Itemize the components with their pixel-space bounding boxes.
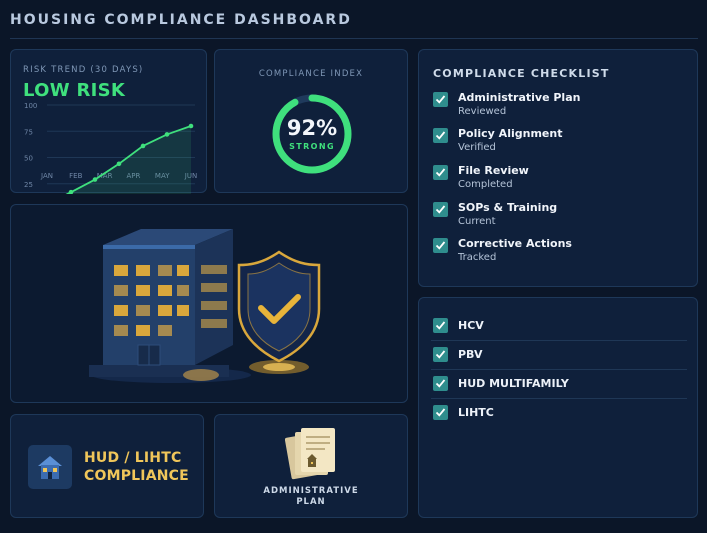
checklist-item-title: SOPs & Training [458, 201, 558, 214]
check-icon [435, 408, 446, 417]
program-label: HCV [458, 319, 484, 332]
program-label: HUD MULTIFAMILY [458, 377, 569, 390]
checklist-item-title: File Review [458, 164, 529, 177]
y-tick-label: 25 [24, 181, 33, 189]
hud-lihtc-compliance-card[interactable]: HUD / LIHTC COMPLIANCE [10, 414, 204, 518]
y-tick-label: 100 [24, 102, 37, 110]
compliance-index-status: STRONG [289, 142, 335, 151]
program-row[interactable]: HUD MULTIFAMILY [431, 370, 687, 399]
checkbox-checked[interactable] [433, 92, 448, 107]
checkbox-checked[interactable] [433, 165, 448, 180]
data-point [140, 143, 146, 149]
checklist-item-title: Corrective Actions [458, 237, 572, 250]
building-shield-illustration [89, 229, 321, 383]
checkbox-checked[interactable] [433, 318, 448, 333]
hud-card-title: HUD / LIHTC [84, 450, 182, 466]
data-point [92, 177, 98, 182]
checklist-item-title: Policy Alignment [458, 127, 563, 140]
checklist-item-status: Reviewed [458, 106, 507, 117]
risk-trend-card[interactable]: RISK TREND (30 DAYS) LOW RISK 100 75 50 25 J… [10, 49, 207, 194]
check-icon [435, 205, 446, 214]
check-icon [435, 241, 446, 250]
data-point [116, 161, 122, 167]
check-icon [435, 350, 446, 359]
administrative-plan-label: ADMINISTRATIVE [263, 486, 359, 496]
risk-trend-chart: 100755025JAN FEB MAR APR MAY JUN [24, 102, 197, 194]
y-tick-label: 75 [24, 128, 33, 136]
check-icon [435, 95, 446, 104]
program-row[interactable]: PBV [431, 341, 687, 370]
y-tick-label: 50 [24, 155, 33, 163]
program-row[interactable]: HCV [431, 312, 687, 341]
data-point [164, 132, 170, 137]
house-icon [28, 445, 72, 489]
page-title: HOUSING COMPLIANCE DASHBOARD [10, 12, 352, 28]
compliance-index-label: COMPLIANCE INDEX [258, 69, 364, 79]
compliance-checklist-card: COMPLIANCE CHECKLIST Administrative Plan… [418, 49, 698, 287]
shield-check-icon [237, 250, 321, 374]
checklist-item-status: Current [458, 216, 496, 227]
programs-card: HCV PBV HUD MULTIFAMILY LIHTC [418, 297, 698, 518]
check-icon [435, 168, 446, 177]
gold-disc [183, 369, 219, 381]
checkbox-checked[interactable] [433, 347, 448, 362]
checkbox-checked[interactable] [433, 405, 448, 420]
hud-card-subtitle: COMPLIANCE [84, 468, 189, 484]
checkbox-checked[interactable] [433, 202, 448, 217]
check-icon [435, 379, 446, 388]
compliance-index-value: 92% [286, 116, 338, 140]
program-label: LIHTC [458, 406, 494, 419]
x-tick-label: JAN [40, 172, 53, 180]
document-stack-icon [285, 428, 335, 480]
data-point [188, 123, 194, 129]
check-icon [435, 131, 446, 140]
check-icon [435, 321, 446, 330]
compliance-index-card[interactable]: COMPLIANCE INDEX 92% STRONG [214, 49, 408, 193]
x-tick-label: FEB [69, 172, 82, 180]
program-row[interactable]: LIHTC [431, 399, 687, 428]
dashboard-header: HOUSING COMPLIANCE DASHBOARD [10, 12, 698, 39]
program-label: PBV [458, 348, 483, 361]
checklist-item-title: Administrative Plan [458, 91, 581, 104]
administrative-plan-card[interactable]: ADMINISTRATIVE PLAN [214, 414, 408, 518]
administrative-plan-label-line2: PLAN [296, 497, 326, 507]
checklist-item-status: Tracked [458, 252, 497, 263]
checklist-item-status: Completed [458, 179, 513, 190]
checkbox-checked[interactable] [433, 238, 448, 253]
checklist-item-status: Verified [458, 142, 496, 153]
checklist-title: COMPLIANCE CHECKLIST [433, 67, 610, 80]
checkbox-checked[interactable] [433, 128, 448, 143]
building-icon [103, 229, 233, 366]
checkbox-checked[interactable] [433, 376, 448, 391]
illustration-card [10, 204, 408, 403]
